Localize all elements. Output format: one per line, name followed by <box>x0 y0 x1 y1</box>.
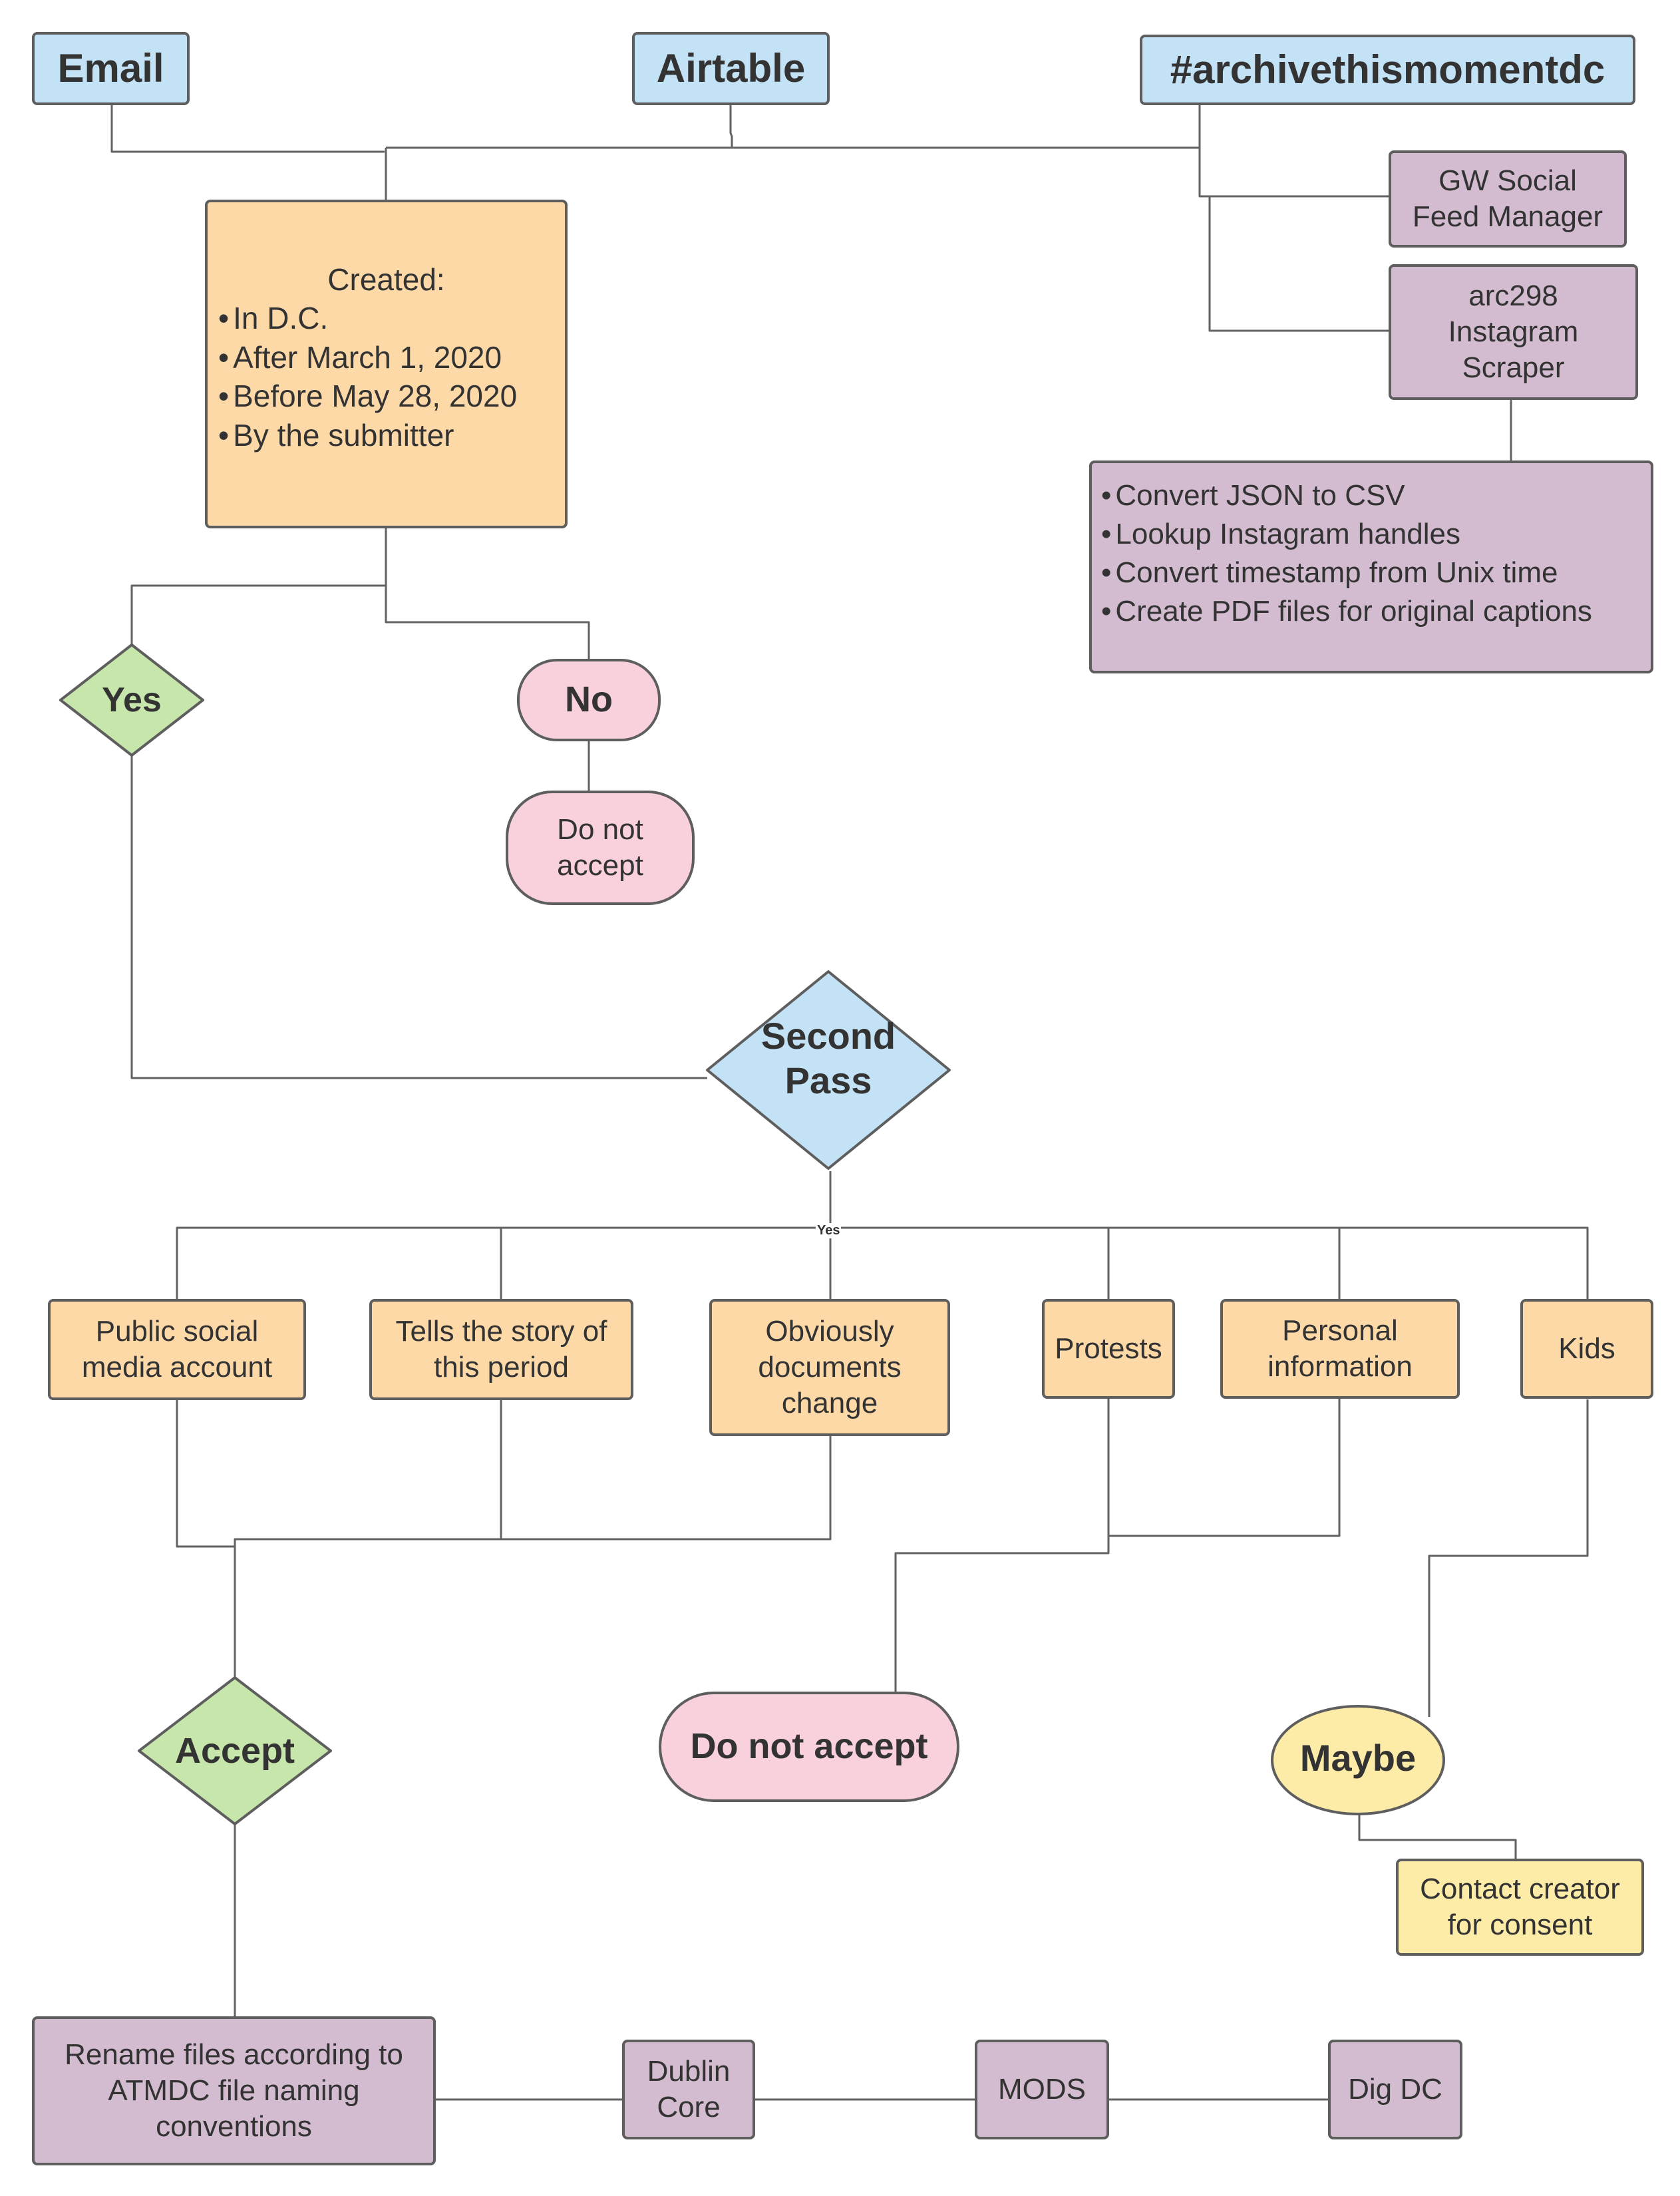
outcome-do-not-accept[interactable]: Do not accept <box>659 1692 959 1802</box>
processing-step: Create PDF files for original captions <box>1101 592 1592 631</box>
criteria-title: Created: <box>327 262 445 297</box>
decision-yes[interactable]: Yes <box>59 643 205 757</box>
decision-no[interactable]: No <box>517 659 661 741</box>
source-airtable-label: Airtable <box>656 46 806 91</box>
category-label: Public social media account <box>81 1315 273 1383</box>
connector-hashtag <box>386 105 1201 149</box>
source-hashtag[interactable]: #archivethismomentdc <box>1140 35 1635 105</box>
connector-reject-group <box>894 1389 1341 1694</box>
category-label: Tells the story of this period <box>395 1315 607 1383</box>
connector-criteria-yes <box>130 527 387 644</box>
connector-category-bus <box>176 1226 1589 1299</box>
edge-label-yes: Yes <box>816 1223 842 1238</box>
pipeline-step-label: Dublin Core <box>647 2055 731 2123</box>
pipeline-mods[interactable]: MODS <box>975 2040 1109 2139</box>
processing-steps-list: Convert JSON to CSV Lookup Instagram han… <box>1101 476 1592 631</box>
outcome-accept[interactable]: Accept <box>137 1676 333 1826</box>
processing-step: Convert timestamp from Unix time <box>1101 554 1592 592</box>
category-personal-information[interactable]: Personal information <box>1220 1299 1460 1399</box>
connector-criteria-no <box>385 586 590 659</box>
maybe-contact-creator-label: Contact creator for consent <box>1420 1873 1620 1941</box>
criteria-item: By the submitter <box>218 416 517 455</box>
decision-no-label: No <box>565 679 613 720</box>
pipeline-step-label: MODS <box>998 2073 1086 2106</box>
tool-gw-social-feed-manager[interactable]: GW Social Feed Manager <box>1389 150 1627 248</box>
connector-arc298 <box>1208 196 1389 332</box>
category-label: Kids <box>1558 1332 1615 1366</box>
criteria-box[interactable]: Created: In D.C. After March 1, 2020 Bef… <box>205 200 568 528</box>
tool-arc298-instagram-scraper[interactable]: arc298 Instagram Scraper <box>1389 264 1638 400</box>
pipeline-step-label: Dig DC <box>1348 2073 1442 2106</box>
connector-airtable <box>386 105 733 149</box>
category-label: Protests <box>1055 1332 1162 1366</box>
category-tells-story[interactable]: Tells the story of this period <box>369 1299 633 1400</box>
category-label: Obviously documents change <box>758 1315 902 1419</box>
source-email-label: Email <box>57 46 164 91</box>
processing-step: Convert JSON to CSV <box>1101 476 1592 515</box>
outcome-maybe[interactable]: Maybe <box>1271 1705 1445 1815</box>
outcome-maybe-label: Maybe <box>1299 1736 1417 1779</box>
criteria-item: In D.C. <box>218 299 517 337</box>
connector-accept-group <box>176 1399 832 1678</box>
connector-kids-maybe <box>1428 1399 1589 1717</box>
outcome-do-not-accept-label: Do not accept <box>690 1726 928 1767</box>
tool-gw-sfm-label: GW Social Feed Manager <box>1412 164 1603 233</box>
decision-yes-label: Yes <box>102 680 162 719</box>
outcome-accept-label: Accept <box>174 1730 295 1771</box>
source-airtable[interactable]: Airtable <box>632 32 830 105</box>
category-kids[interactable]: Kids <box>1520 1299 1653 1399</box>
no-do-not-accept[interactable]: Do not accept <box>506 791 695 905</box>
tool-arc298-label: arc298 Instagram Scraper <box>1448 279 1579 384</box>
pipeline-dublin-core[interactable]: Dublin Core <box>622 2040 755 2139</box>
connector-email <box>110 105 385 153</box>
category-documents-change[interactable]: Obviously documents change <box>709 1299 950 1436</box>
decision-second-pass[interactable]: Second Pass <box>705 970 951 1171</box>
connector-maybe-contact <box>1358 1813 1517 1860</box>
pipeline-step-label: Rename files according to ATMDC file nam… <box>65 2038 403 2143</box>
decision-second-pass-label: Second Pass <box>760 1014 896 1101</box>
criteria-item: Before May 28, 2020 <box>218 377 517 415</box>
maybe-contact-creator[interactable]: Contact creator for consent <box>1396 1859 1644 1956</box>
no-do-not-accept-label: Do not accept <box>557 813 643 882</box>
processing-step: Lookup Instagram handles <box>1101 515 1592 554</box>
processing-steps-box[interactable]: Convert JSON to CSV Lookup Instagram han… <box>1089 460 1653 673</box>
source-email[interactable]: Email <box>32 32 190 105</box>
connector-gw-sfm <box>1198 148 1389 198</box>
criteria-list: In D.C. After March 1, 2020 Before May 2… <box>218 299 517 455</box>
pipeline-dig-dc[interactable]: Dig DC <box>1328 2040 1462 2139</box>
category-label: Personal information <box>1267 1314 1413 1383</box>
category-public-social-media[interactable]: Public social media account <box>48 1299 306 1400</box>
pipeline-rename-files[interactable]: Rename files according to ATMDC file nam… <box>32 2016 436 2165</box>
category-protests[interactable]: Protests <box>1042 1299 1175 1399</box>
source-hashtag-label: #archivethismomentdc <box>1170 47 1605 92</box>
criteria-item: After March 1, 2020 <box>218 338 517 377</box>
